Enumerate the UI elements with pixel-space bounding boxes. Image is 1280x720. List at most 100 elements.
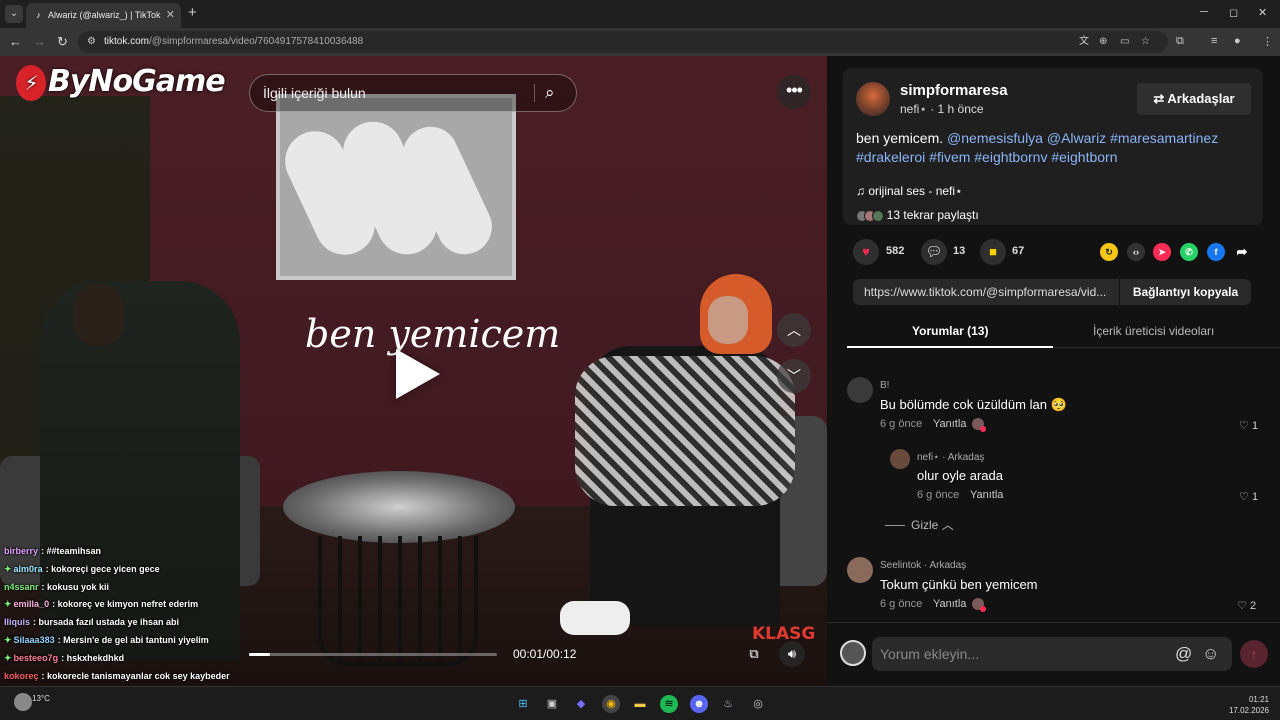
next-video-button[interactable]: ﹀	[777, 359, 811, 393]
sound-link[interactable]: ♫ orijinal ses - nefi⋆	[856, 184, 963, 198]
chat-message: ✦ besteeo7g: hskxhekdhkd	[0, 650, 330, 668]
chevron-up-icon: ︿	[941, 518, 954, 532]
heart-outline-icon: ♡	[1239, 491, 1249, 503]
whatsapp-icon[interactable]: ✆	[1180, 243, 1198, 261]
avatar[interactable]	[847, 557, 873, 583]
comment-like-button[interactable]: ♡ 1	[1239, 490, 1258, 503]
heart-outline-icon: ♡	[1237, 600, 1247, 612]
chat-text: : kokusu yok kii	[41, 581, 110, 592]
bynogame-logo-icon: ⚡	[16, 64, 46, 101]
comment-tabs: Yorumlar (13) İçerik üreticisi videoları	[847, 318, 1280, 348]
friends-button[interactable]: ⇄ Arkadaşlar	[1137, 83, 1251, 115]
scene-shoe	[560, 601, 630, 635]
browser-tab[interactable]: ♪ Alwariz (@alwariz_) | TikTok ✕	[26, 3, 181, 28]
reply-button[interactable]: Yanıtla	[970, 489, 1003, 501]
zoom-icon[interactable]: ⊕	[1099, 31, 1107, 53]
bookmark-star-icon[interactable]: ☆	[1141, 31, 1150, 53]
system-clock[interactable]: 01:21 17.02.2026	[1225, 694, 1269, 716]
close-window-icon[interactable]: ✕	[1258, 6, 1267, 19]
weather-temp: 13°C	[32, 694, 50, 703]
windows-start-icon[interactable]: ⊞	[514, 695, 532, 713]
miniplayer-icon[interactable]: ⧉	[741, 641, 767, 667]
cast-icon[interactable]: ▭	[1120, 31, 1129, 53]
chrome-icon[interactable]: ◉	[602, 695, 620, 713]
comment-input[interactable]: Yorum ekleyin... @ ☺	[872, 637, 1232, 671]
share-link-url[interactable]: https://www.tiktok.com/@simpformaresa/vi…	[864, 279, 1114, 305]
comment-icon[interactable]: 💬︎	[921, 239, 947, 265]
play-icon[interactable]	[396, 349, 440, 399]
avatar[interactable]	[856, 82, 890, 116]
heart-outline-icon: ♡	[1239, 420, 1249, 432]
comment-like-button[interactable]: ♡ 1	[1239, 419, 1258, 432]
chat-text: : hskxhekdhkd	[61, 652, 125, 663]
reply-button[interactable]: Yanıtla	[933, 418, 987, 433]
comment-like-button[interactable]: ♡ 2	[1237, 599, 1256, 612]
avatar[interactable]	[847, 377, 873, 403]
share-arrow-icon[interactable]: ➦	[1233, 243, 1251, 261]
hide-replies-button[interactable]: Gizle ︿	[885, 516, 954, 533]
close-tab-icon[interactable]: ✕	[166, 3, 175, 28]
profile-avatar[interactable]: ●	[1234, 35, 1241, 47]
site-info-icon[interactable]: ⚙	[87, 31, 96, 53]
address-bar[interactable]: ⚙ tiktok.com/@simpformaresa/video/760491…	[78, 31, 1168, 53]
tab-comments[interactable]: Yorumlar (13)	[912, 324, 988, 338]
search-input[interactable]: İlgili içeriği bulun ⌕	[249, 74, 577, 112]
comment-text: Bu bölümde cok üzüldüm lan 🥺	[880, 397, 1067, 412]
repost-icon[interactable]: ↻	[1100, 243, 1118, 261]
hide-label: Gizle	[911, 518, 939, 532]
video-player[interactable]: ben yemicem ⚡ ByNoGame İlgili içeriği bul…	[0, 56, 827, 686]
chat-badge-icon: ✦	[4, 652, 12, 663]
minimize-icon[interactable]: ─	[1200, 6, 1208, 18]
tab-creator-videos[interactable]: İçerik üreticisi videoları	[1093, 324, 1214, 338]
tab-search-dropdown[interactable]: ⌄	[5, 5, 23, 23]
scene-man-head	[74, 284, 124, 346]
mention-icon[interactable]: @	[1175, 637, 1192, 671]
reload-icon[interactable]: ↻	[57, 34, 68, 50]
chat-message: birberry: ##teamihsan	[0, 543, 330, 561]
save-count: 67	[1012, 245, 1025, 257]
chat-badge-icon: ✦	[4, 563, 12, 574]
logo-text: ByNoGame	[48, 64, 226, 99]
weather-icon[interactable]	[14, 693, 32, 711]
send-to-friends-icon[interactable]: ➤	[1153, 243, 1171, 261]
media-icon[interactable]: ≡	[1211, 35, 1217, 47]
search-icon[interactable]: ⌕	[545, 75, 555, 111]
avatar[interactable]	[890, 449, 910, 469]
discord-icon[interactable]: ☻	[690, 695, 708, 713]
spotify-icon[interactable]: ≋	[660, 695, 678, 713]
post-comment-button[interactable]: ↑	[1240, 640, 1268, 668]
copy-link-button[interactable]: Bağlantıyı kopyala	[1119, 279, 1251, 305]
task-view-icon[interactable]: ▣	[543, 695, 561, 713]
bookmark-icon[interactable]: ■	[980, 239, 1006, 265]
file-explorer-icon[interactable]: ▬	[631, 695, 649, 713]
embed-icon[interactable]: ‹›	[1127, 243, 1145, 261]
facebook-icon[interactable]: f	[1207, 243, 1225, 261]
extensions-icon[interactable]: ⧉	[1176, 35, 1184, 48]
description-text: ben yemicem.	[856, 130, 948, 146]
chat-text: : bursada fazıl ustada ye ihsan abi	[33, 617, 180, 628]
comment-author[interactable]: Seelintok · Arkadaş	[880, 560, 966, 571]
new-tab-button[interactable]: +	[188, 5, 197, 21]
browser-menu-icon[interactable]: ⋮	[1262, 35, 1273, 48]
video-time: 00:01/00:12	[513, 647, 577, 661]
more-options-button[interactable]: •••	[777, 75, 811, 109]
reposts-row[interactable]: 13 tekrar paylaştı	[856, 208, 979, 222]
like-heart-icon[interactable]: ♥	[853, 239, 879, 265]
back-icon[interactable]: ←	[9, 34, 22, 49]
translate-icon[interactable]: 文	[1079, 31, 1089, 53]
reply-button[interactable]: Yanıtla	[933, 598, 987, 613]
comment-author[interactable]: nefi⋆ · Arkadaş	[917, 452, 984, 463]
maximize-icon[interactable]: ◻	[1229, 6, 1238, 19]
volume-icon[interactable]: 🔊︎	[779, 641, 805, 667]
username[interactable]: simpformaresa	[900, 82, 1008, 99]
vs-code-icon[interactable]: ◆	[572, 695, 590, 713]
clock-time: 01:21	[1248, 695, 1269, 704]
steam-icon[interactable]: ♨	[719, 695, 737, 713]
emoji-icon[interactable]: ☺	[1202, 637, 1219, 671]
comment-author[interactable]: B!	[880, 380, 889, 391]
chat-message: lliquis: bursada fazıl ustada ye ihsan a…	[0, 614, 330, 632]
obs-icon[interactable]: ◎	[749, 695, 767, 713]
forward-icon[interactable]: →	[33, 34, 46, 49]
comment-text: Tokum çünkü ben yemicem	[880, 577, 1038, 592]
previous-video-button[interactable]: ︿	[777, 313, 811, 347]
